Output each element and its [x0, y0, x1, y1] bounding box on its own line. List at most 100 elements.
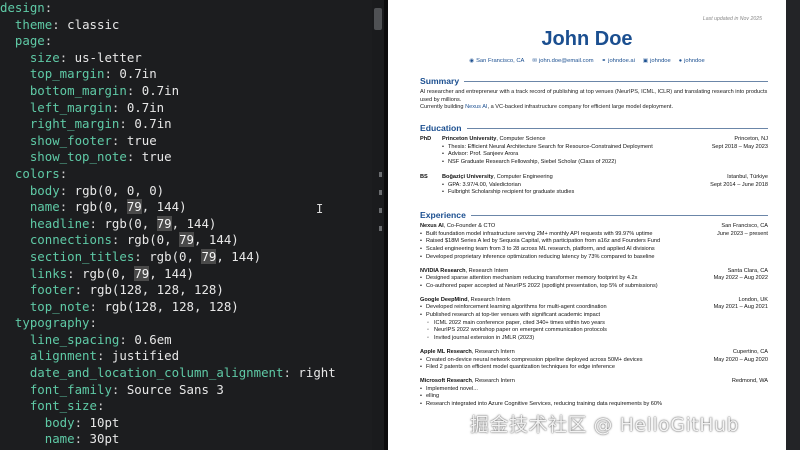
- yaml-value: rgb(128, 128, 128): [89, 282, 224, 298]
- yaml-editor-pane[interactable]: design: theme: classic page: size: us-le…: [0, 0, 384, 450]
- code-line[interactable]: right_margin: 0.7in: [0, 116, 372, 133]
- yaml-space: [119, 232, 126, 247]
- code-line[interactable]: top_note: rgb(128, 128, 128): [0, 299, 372, 316]
- code-line[interactable]: bottom_margin: 0.7in: [0, 83, 372, 100]
- code-line[interactable]: top_margin: 0.7in: [0, 66, 372, 83]
- yaml-colon: :: [89, 215, 97, 231]
- code-line[interactable]: show_footer: true: [0, 133, 372, 150]
- yaml-value: right: [298, 365, 336, 381]
- code-line[interactable]: size: us-letter: [0, 50, 372, 67]
- connection-text: johndoe.ai: [608, 58, 635, 64]
- yaml-colon: :: [59, 165, 68, 181]
- education-bullets: GPA: 3.97/4.00, ValedictorianFulbright S…: [420, 182, 768, 197]
- sub-bullet: ICML 2022 main conference paper, cited 3…: [420, 320, 706, 328]
- code-line[interactable]: font_size:: [0, 398, 372, 415]
- code-line[interactable]: connections: rgb(0, 79, 144): [0, 232, 372, 249]
- code-line[interactable]: headline: rgb(0, 79, 144): [0, 215, 372, 233]
- connection-item[interactable]: ◉ San Francisco, CA: [469, 58, 524, 64]
- code-line[interactable]: font_family: Source Sans 3: [0, 382, 372, 399]
- code-line[interactable]: typography:: [0, 315, 372, 332]
- dates: May 2022 – Aug 2022: [713, 275, 768, 282]
- code-line[interactable]: show_top_note: true: [0, 149, 372, 166]
- code-line[interactable]: line_spacing: 0.6em: [0, 332, 372, 349]
- yaml-key: name: [44, 431, 75, 447]
- dates: Sept 2018 – May 2023: [711, 143, 768, 150]
- code-line[interactable]: page:: [0, 33, 372, 50]
- bullet: Implemented novel...: [420, 386, 706, 394]
- yaml-key: section_titles: [29, 248, 135, 264]
- yaml-value: rgb(0,: [74, 199, 127, 215]
- yaml-space: [119, 382, 126, 397]
- yaml-value: 0.7in: [119, 66, 157, 82]
- role: , Research Intern: [467, 296, 511, 303]
- bullet: elling: [420, 393, 706, 401]
- yaml-value: Source Sans 3: [126, 381, 224, 397]
- yaml-value: rgb(128, 128, 128): [104, 298, 239, 314]
- experience-section: Experience Nexus AI, Co-Founder & CTO San…: [420, 210, 768, 409]
- code-line[interactable]: date_and_location_column_alignment: righ…: [0, 365, 372, 382]
- yaml-space: [67, 199, 74, 214]
- code-line[interactable]: body: 10pt: [0, 415, 372, 432]
- yaml-key: font_size: [29, 398, 97, 414]
- scroll-marker: [379, 190, 382, 195]
- yaml-colon: :: [119, 331, 127, 347]
- dates: May 2020 – Aug 2020: [713, 356, 768, 363]
- yaml-colon: :: [74, 431, 83, 447]
- yaml-value: , 144): [171, 215, 217, 231]
- code-lines[interactable]: design: theme: classic page: size: us-le…: [0, 0, 372, 448]
- code-line[interactable]: section_titles: rgb(0, 79, 144): [0, 248, 372, 266]
- degree: PhD: [420, 136, 432, 142]
- code-line[interactable]: design:: [0, 0, 372, 17]
- yaml-value: rgb(0,: [82, 265, 135, 281]
- section-title-text: Experience: [420, 210, 466, 220]
- connection-item[interactable]: ⚭ johndoe.ai: [602, 58, 635, 64]
- bullet: Published research at top-tier venues wi…: [420, 312, 706, 320]
- experience-entries: Nexus AI, Co-Founder & CTO San Francisco,…: [420, 223, 768, 409]
- code-line[interactable]: links: rgb(0, 79, 144): [0, 265, 372, 283]
- yaml-value: , 144): [193, 232, 239, 248]
- dates: Sept 2014 – June 2018: [710, 181, 768, 188]
- yaml-colon: :: [134, 248, 142, 264]
- connection-text: johndoe: [650, 58, 671, 64]
- section-rule: [466, 127, 768, 129]
- yaml-colon: :: [52, 16, 60, 32]
- editor-scrollbar[interactable]: [372, 0, 384, 450]
- area: , Computer Engineering: [493, 173, 553, 180]
- connection-item[interactable]: ● johndoe: [679, 58, 705, 64]
- yaml-key: page: [14, 33, 45, 49]
- yaml-value: rgb(0,: [104, 215, 157, 231]
- yaml-space: [82, 415, 89, 430]
- yaml-value: rgb(0, 0, 0): [74, 182, 165, 198]
- company: NVIDIA Research: [420, 267, 466, 274]
- yaml-key: connections: [29, 232, 112, 248]
- yaml-space: [104, 348, 111, 363]
- code-line[interactable]: colors:: [0, 166, 372, 183]
- window-edge: [786, 0, 800, 450]
- nexus-ai-link[interactable]: Nexus AI: [465, 104, 487, 110]
- yaml-key: footer: [29, 282, 75, 298]
- code-line[interactable]: footer: rgb(128, 128, 128): [0, 282, 372, 299]
- editor-scrollbar-thumb[interactable]: [374, 8, 382, 30]
- search-highlight: 79: [156, 215, 172, 231]
- linkedin-icon: ▣: [642, 58, 649, 64]
- code-line[interactable]: theme: classic: [0, 17, 372, 34]
- code-line[interactable]: body: rgb(0, 0, 0): [0, 183, 372, 200]
- yaml-key: top_note: [29, 298, 90, 314]
- code-line[interactable]: alignment: justified: [0, 348, 372, 365]
- connection-item[interactable]: ✉ john.doe@email.com: [532, 58, 593, 64]
- code-line[interactable]: left_margin: 0.7in: [0, 100, 372, 117]
- connection-item[interactable]: ▣ johndoe: [643, 58, 671, 64]
- yaml-value: true: [126, 132, 157, 148]
- code-line[interactable]: name: 30pt: [0, 431, 372, 448]
- yaml-value: justified: [111, 348, 180, 364]
- yaml-value: 0.7in: [126, 99, 165, 115]
- education-bullets: Thesis: Efficient Neural Architecture Se…: [420, 144, 768, 167]
